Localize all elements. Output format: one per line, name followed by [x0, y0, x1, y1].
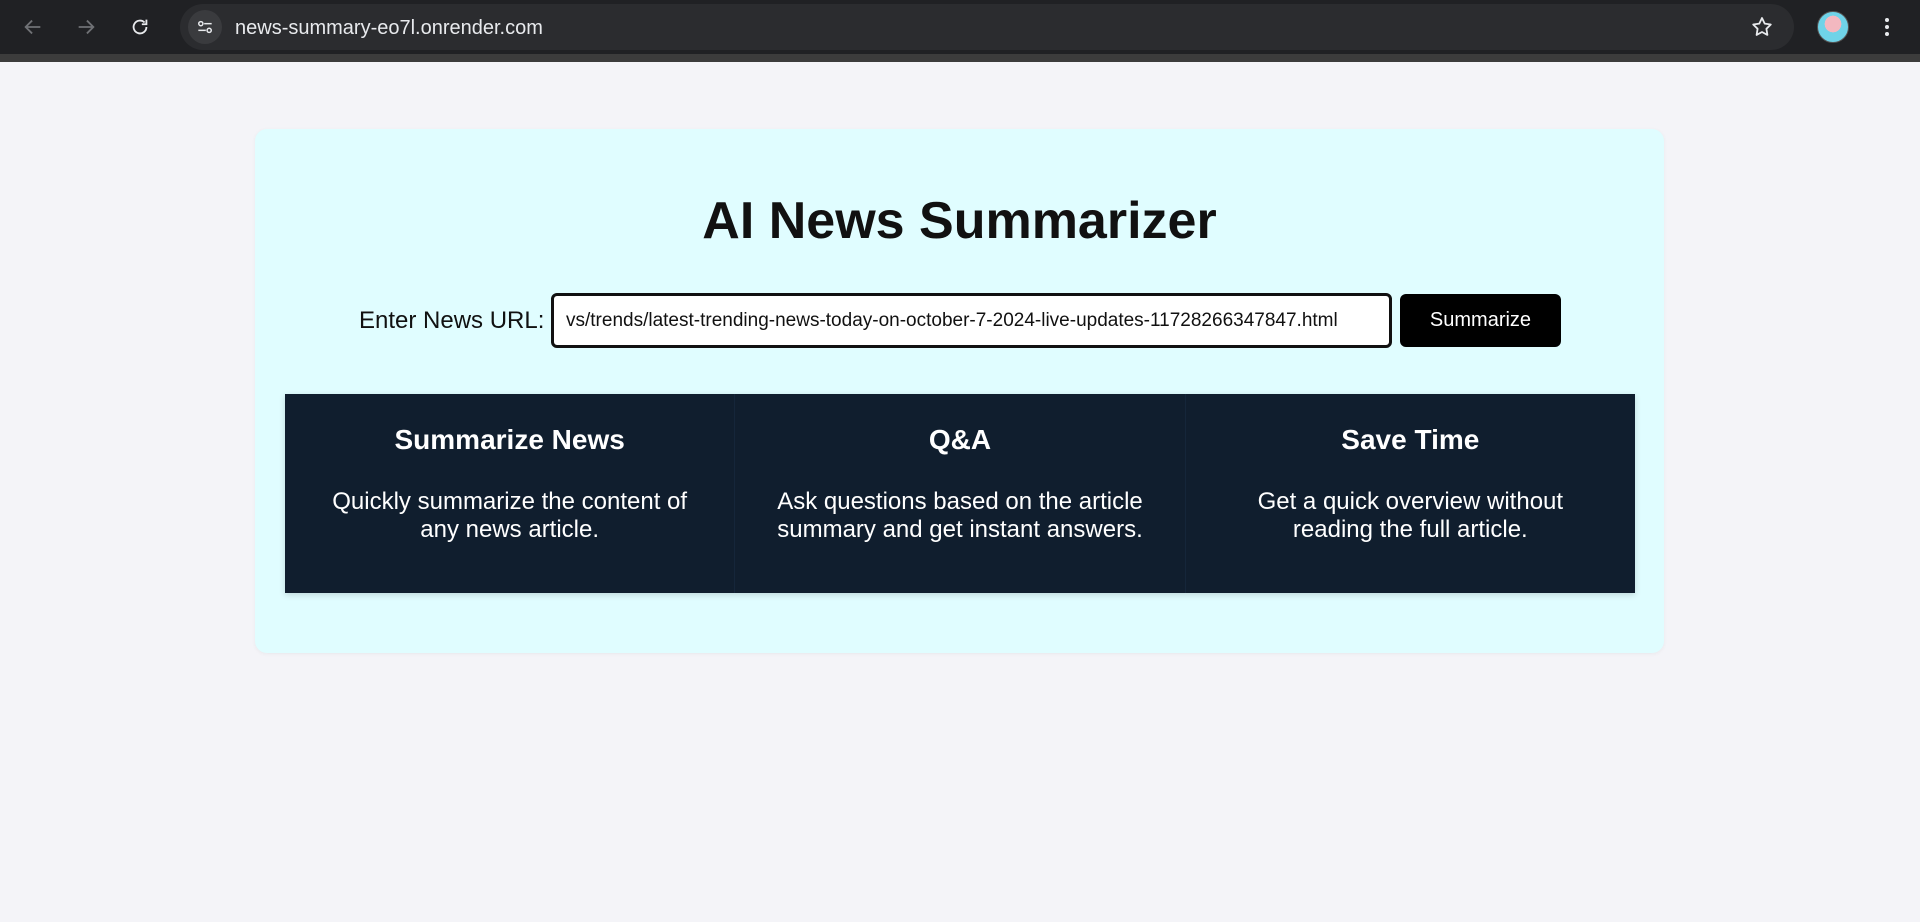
feature-title: Q&A [928, 424, 992, 455]
feature-title: Summarize News [394, 424, 625, 455]
feature-description: Quickly summarize the content of any new… [332, 488, 688, 543]
feature-description: Ask questions based on the article summa… [777, 488, 1143, 543]
bookmark-star-icon [1752, 17, 1772, 36]
profile-avatar[interactable] [1817, 11, 1849, 43]
site-settings-button[interactable] [188, 10, 222, 44]
address-bar-url[interactable]: news-summary-eo7l.onrender.com [235, 17, 543, 40]
bookmark-button[interactable] [1748, 13, 1776, 41]
feature-description: Get a quick overview without reading the… [1257, 488, 1564, 543]
page-title: AI News Summarizer [702, 192, 1217, 250]
address-bar[interactable]: news-summary-eo7l.onrender.com [180, 4, 1794, 50]
more-menu-button[interactable] [1872, 10, 1902, 44]
feature-save-time: Save Time Get a quick overview without r… [1186, 394, 1635, 593]
features-section: Summarize News Quickly summarize the con… [285, 394, 1635, 593]
feature-qa: Q&A Ask questions based on the article s… [735, 394, 1186, 593]
feature-summarize-news: Summarize News Quickly summarize the con… [285, 394, 736, 593]
back-arrow-icon [24, 19, 41, 35]
more-menu-icon [1885, 18, 1889, 36]
url-label: Enter News URL: [359, 307, 545, 334]
news-url-input[interactable] [551, 293, 1392, 348]
url-form: Enter News URL: Summarize [255, 293, 1664, 349]
feature-title: Save Time [1341, 424, 1480, 455]
summarizer-card: AI News Summarizer Enter News URL: Summa… [255, 129, 1664, 653]
site-settings-icon [198, 20, 212, 34]
forward-arrow-icon [78, 19, 95, 35]
back-button[interactable] [15, 9, 51, 45]
summarize-button[interactable]: Summarize [1400, 294, 1561, 347]
browser-toolbar: news-summary-eo7l.onrender.com [0, 0, 1920, 62]
reload-button[interactable] [122, 9, 158, 45]
reload-icon [132, 19, 148, 35]
forward-button[interactable] [68, 9, 104, 45]
